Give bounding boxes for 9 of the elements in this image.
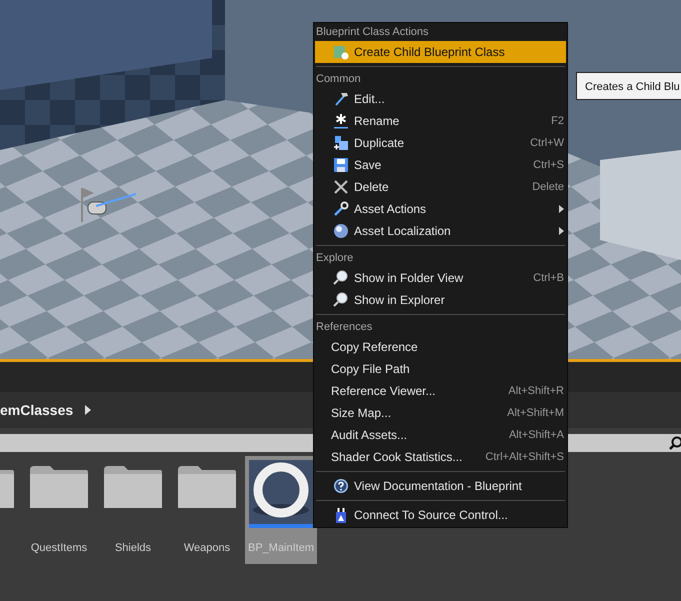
- menu-section-heading: Common: [315, 72, 362, 87]
- asset-label: Shields: [114, 542, 152, 554]
- menu-section-heading: References: [315, 320, 374, 335]
- asset-label: Weapons: [184, 542, 230, 554]
- menu-section-heading: Blueprint Class Actions: [315, 25, 430, 40]
- asset-label: QuestItems: [30, 542, 88, 554]
- tooltip: Creates a Child Blu: [576, 72, 681, 100]
- menu-section-heading: Explore: [315, 251, 354, 266]
- asset-label: BP_MainItem: [248, 542, 314, 554]
